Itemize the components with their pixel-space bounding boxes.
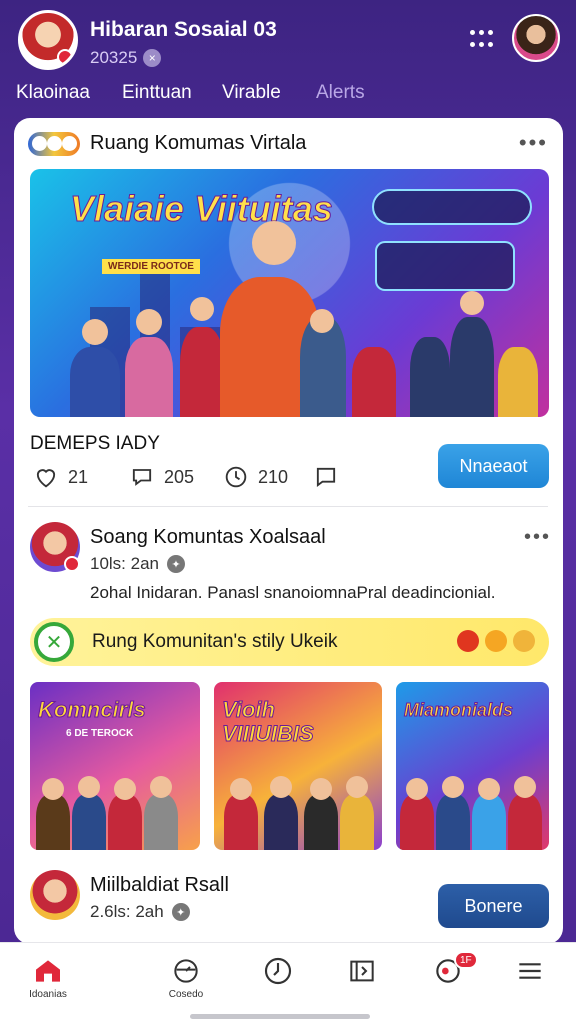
like-reaction[interactable]: 21 xyxy=(32,463,88,491)
post2-avatar[interactable] xyxy=(30,522,80,572)
nav-home-label: Idoanias xyxy=(29,989,67,1000)
app-header: Hibaran Sosaial 03 20325 × Klaoinaa Eint… xyxy=(0,0,576,118)
nav-explore-label: Cosedo xyxy=(168,989,204,1000)
hero-title: Vlaiaie Viituitas xyxy=(70,188,334,229)
divider xyxy=(28,506,548,507)
nav-history[interactable] xyxy=(238,955,318,1015)
live-badge-icon xyxy=(57,49,73,65)
nav-map[interactable] xyxy=(322,955,402,1015)
post3-time: 2.6ls: 2ah xyxy=(90,902,164,921)
nav-home[interactable]: Idoanias xyxy=(8,955,88,1015)
hero-ui-panel xyxy=(372,189,532,225)
angry-emoji-icon xyxy=(457,630,479,652)
privacy-icon: ✦ xyxy=(171,903,190,921)
share-reaction[interactable] xyxy=(312,463,340,491)
nav-notifications[interactable]: 1F xyxy=(408,951,488,1015)
view-count: 210 xyxy=(258,466,289,487)
app-screen: Hibaran Sosaial 03 20325 × Klaoinaa Eint… xyxy=(0,0,576,1024)
app-subtitle: 20325 × xyxy=(90,48,162,68)
post2-text: 2ohal Inidaran. Panasl snanoiomnaPral de… xyxy=(90,583,496,602)
tab-virable[interactable]: Virable xyxy=(222,82,281,104)
channel-avatar[interactable] xyxy=(18,10,78,70)
post1-header: Ruang Komumas Virtala ••• xyxy=(28,130,548,160)
tab-events[interactable]: Einttuan xyxy=(122,82,192,104)
community-badge-icon xyxy=(28,132,80,156)
home-indicator xyxy=(190,1014,370,1019)
post1-action-button[interactable]: Nnaeaot xyxy=(438,444,549,488)
profile-avatar[interactable] xyxy=(512,14,560,62)
app-title: Hibaran Sosaial 03 xyxy=(90,18,277,41)
nav-explore[interactable]: Cosedo xyxy=(146,955,226,1015)
post2-title[interactable]: Soang Komuntas Xoalsaal xyxy=(90,526,326,549)
view-reaction[interactable]: 210 xyxy=(222,463,288,491)
emoji-reactions xyxy=(457,630,535,652)
post3-title[interactable]: Miilbaldiat Rsall xyxy=(90,874,229,897)
community-banner[interactable]: ✕ Rung Komunitan's stily Ukeik xyxy=(30,618,549,666)
hero-tag: WERDIE ROOTOE xyxy=(102,259,200,274)
thumbnail-row: Komncirls 6 DE TEROCK Vioih VIIIUIBIS Mi… xyxy=(30,682,549,850)
laugh-emoji-icon xyxy=(513,630,535,652)
menu-icon xyxy=(519,963,541,979)
post1-title[interactable]: Ruang Komumas Virtala xyxy=(90,132,306,155)
more-options-icon[interactable]: ••• xyxy=(524,526,551,549)
home-icon xyxy=(36,960,60,982)
privacy-icon: ✦ xyxy=(167,555,185,573)
close-x-icon[interactable]: ✕ xyxy=(34,622,74,662)
comment-count: 205 xyxy=(164,466,195,487)
nav-menu[interactable] xyxy=(490,955,570,1015)
post3-avatar[interactable] xyxy=(30,870,80,920)
thumbnail-2-label: Vioih VIIIUIBIS xyxy=(222,697,315,746)
comment-reaction[interactable]: 205 xyxy=(128,463,194,491)
thumbnail-1-label: Komncirls xyxy=(38,697,147,722)
post3-action-button[interactable]: Bonere xyxy=(438,884,549,928)
thumbnail-3[interactable]: Miamonialds xyxy=(396,682,549,850)
chat-square-icon xyxy=(316,467,336,488)
bottom-nav: Idoanias Cosedo 1F xyxy=(0,942,576,1024)
tab-alerts[interactable]: Alerts xyxy=(316,82,365,104)
more-options-icon[interactable]: ••• xyxy=(519,130,548,156)
gauge-icon xyxy=(174,959,198,983)
smile-emoji-icon xyxy=(485,630,507,652)
post3-meta: 2.6ls: 2ah ✦ xyxy=(90,902,190,922)
hero-ui-panel-2 xyxy=(375,241,515,291)
like-count: 21 xyxy=(68,466,89,487)
post1-reactions: 21 205 210 xyxy=(32,463,352,493)
live-badge-icon xyxy=(64,556,80,572)
post1-caption: DEMEPS IADY xyxy=(30,433,160,454)
tab-home[interactable]: Klaoinaa xyxy=(16,82,90,104)
thumbnail-1-sub: 6 DE TEROCK xyxy=(66,728,134,739)
post1-hero-image[interactable]: Vlaiaie Viituitas WERDIE ROOTOE xyxy=(30,169,549,417)
banner-text: Rung Komunitan's stily Ukeik xyxy=(92,631,338,652)
post2-meta: 10ls: 2an ✦ xyxy=(90,554,185,574)
thumbnail-2[interactable]: Vioih VIIIUIBIS xyxy=(214,682,382,850)
clock-icon xyxy=(225,466,247,488)
subtitle-count: 20325 xyxy=(90,48,138,67)
notification-badge: 1F xyxy=(454,951,478,969)
heart-icon xyxy=(36,469,56,488)
close-circle-icon[interactable]: × xyxy=(143,49,162,67)
thumbnail-3-label: Miamonialds xyxy=(403,700,514,721)
feed-card: Ruang Komumas Virtala ••• Vlaiaie Viitui… xyxy=(14,118,563,944)
map-icon xyxy=(350,960,374,982)
grid-dots-icon[interactable] xyxy=(470,30,494,50)
comment-bubble-icon xyxy=(132,469,152,486)
clock-icon xyxy=(264,957,292,985)
post2-time: 10ls: 2an xyxy=(90,554,159,573)
thumbnail-1[interactable]: Komncirls 6 DE TEROCK xyxy=(30,682,200,850)
